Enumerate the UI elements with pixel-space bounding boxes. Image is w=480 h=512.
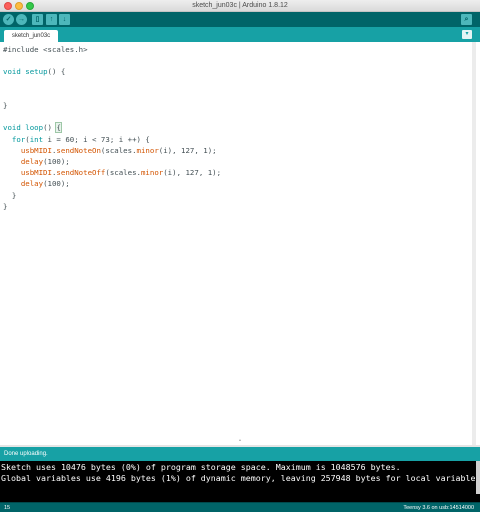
code-token: delay <box>20 157 44 166</box>
code-line: void loop() { <box>3 122 63 134</box>
arrow-up-icon: ↑ <box>49 16 54 23</box>
console-output[interactable]: Sketch uses 10476 bytes (0%) of program … <box>0 461 476 494</box>
save-button[interactable]: ↓ <box>59 14 70 25</box>
code-token: setup <box>25 67 48 77</box>
code-line: usbMIDI.sendNoteOn(scales.minor(i), 127,… <box>3 145 217 156</box>
document-icon: ▯ <box>35 16 40 23</box>
line-number: 15 <box>4 505 11 511</box>
console-line: Sketch uses 10476 bytes (0%) of program … <box>1 462 401 472</box>
code-line: #include <scales.h> <box>3 44 88 55</box>
code-token: () <box>43 123 57 133</box>
code-line: } <box>3 190 16 201</box>
code-token: (scales. <box>100 145 137 155</box>
new-sketch-button[interactable]: ▯ <box>32 14 43 25</box>
code-token: usbMIDI <box>20 168 52 178</box>
check-icon: ✓ <box>5 16 12 23</box>
code-token: void <box>3 67 21 77</box>
code-token: sendNoteOn <box>56 145 101 155</box>
code-line: delay(100); <box>3 156 70 167</box>
code-token: for <box>11 134 26 144</box>
code-token: () { <box>47 67 66 77</box>
code-token: minor <box>136 145 159 155</box>
serial-monitor-button[interactable]: ⌕ <box>461 14 472 25</box>
verify-button[interactable]: ✓ <box>3 14 14 25</box>
code-line: delay(100); <box>3 178 70 189</box>
code-token: { <box>55 122 63 134</box>
code-token: void <box>3 123 21 133</box>
code-token: int <box>29 134 44 144</box>
code-token: sendNoteOff <box>56 168 106 178</box>
code-line: } <box>3 100 7 111</box>
window-title: sketch_jun03c | Arduino 1.8.12 <box>192 2 288 9</box>
code-line: void setup() { <box>3 66 65 77</box>
code-token: usbMIDI <box>20 145 52 155</box>
code-token: i = 60; i < 73; i ++) { <box>43 134 150 144</box>
open-button[interactable]: ↑ <box>46 14 57 25</box>
magnifier-icon: ⌕ <box>464 16 469 23</box>
code-token: } <box>3 101 8 110</box>
console-padding <box>0 494 480 502</box>
code-token: (100); <box>43 179 70 189</box>
board-info: Teensy 3.6 on usb:14514000 <box>403 505 474 511</box>
tab-sketch[interactable]: sketch_jun03c <box>4 30 58 42</box>
code-line: usbMIDI.sendNoteOff(scales.minor(i), 127… <box>3 167 221 178</box>
code-token: (scales. <box>105 168 141 178</box>
console-scrollbar[interactable] <box>476 461 480 494</box>
toolbar: ✓ → ▯ ↑ ↓ ⌕ <box>0 12 480 27</box>
status-message: Done uploading. <box>4 451 48 457</box>
code-token: } <box>3 201 8 211</box>
upload-button[interactable]: → <box>16 14 27 25</box>
code-token: loop <box>25 123 44 133</box>
splitter-handle[interactable]: • <box>238 439 242 444</box>
code-token: minor <box>140 168 164 178</box>
code-token: } <box>3 190 17 200</box>
code-token: #include <scales.h> <box>3 45 88 54</box>
chevron-down-icon: ▾ <box>465 31 469 37</box>
window-titlebar: sketch_jun03c | Arduino 1.8.12 <box>0 0 480 12</box>
tab-bar: sketch_jun03c ▾ <box>0 27 480 42</box>
footer-bar: 15 Teensy 3.6 on usb:14514000 <box>0 502 480 512</box>
code-editor[interactable]: #include <scales.h> void setup() {} void l… <box>0 42 476 445</box>
code-token: (100); <box>43 157 70 166</box>
code-token: delay <box>20 179 44 189</box>
code-token: (i), 127, 1); <box>163 168 222 178</box>
code-line: } <box>3 201 7 212</box>
tab-menu-button[interactable]: ▾ <box>462 30 472 39</box>
arrow-right-icon: → <box>18 16 25 23</box>
code-line: for(int i = 60; i < 73; i ++) { <box>3 134 150 145</box>
status-bar: Done uploading. <box>0 447 480 461</box>
arrow-down-icon: ↓ <box>62 16 67 23</box>
code-token: (i), 127, 1); <box>158 145 217 155</box>
console-line: Global variables use 4196 bytes (1%) of … <box>1 473 476 483</box>
